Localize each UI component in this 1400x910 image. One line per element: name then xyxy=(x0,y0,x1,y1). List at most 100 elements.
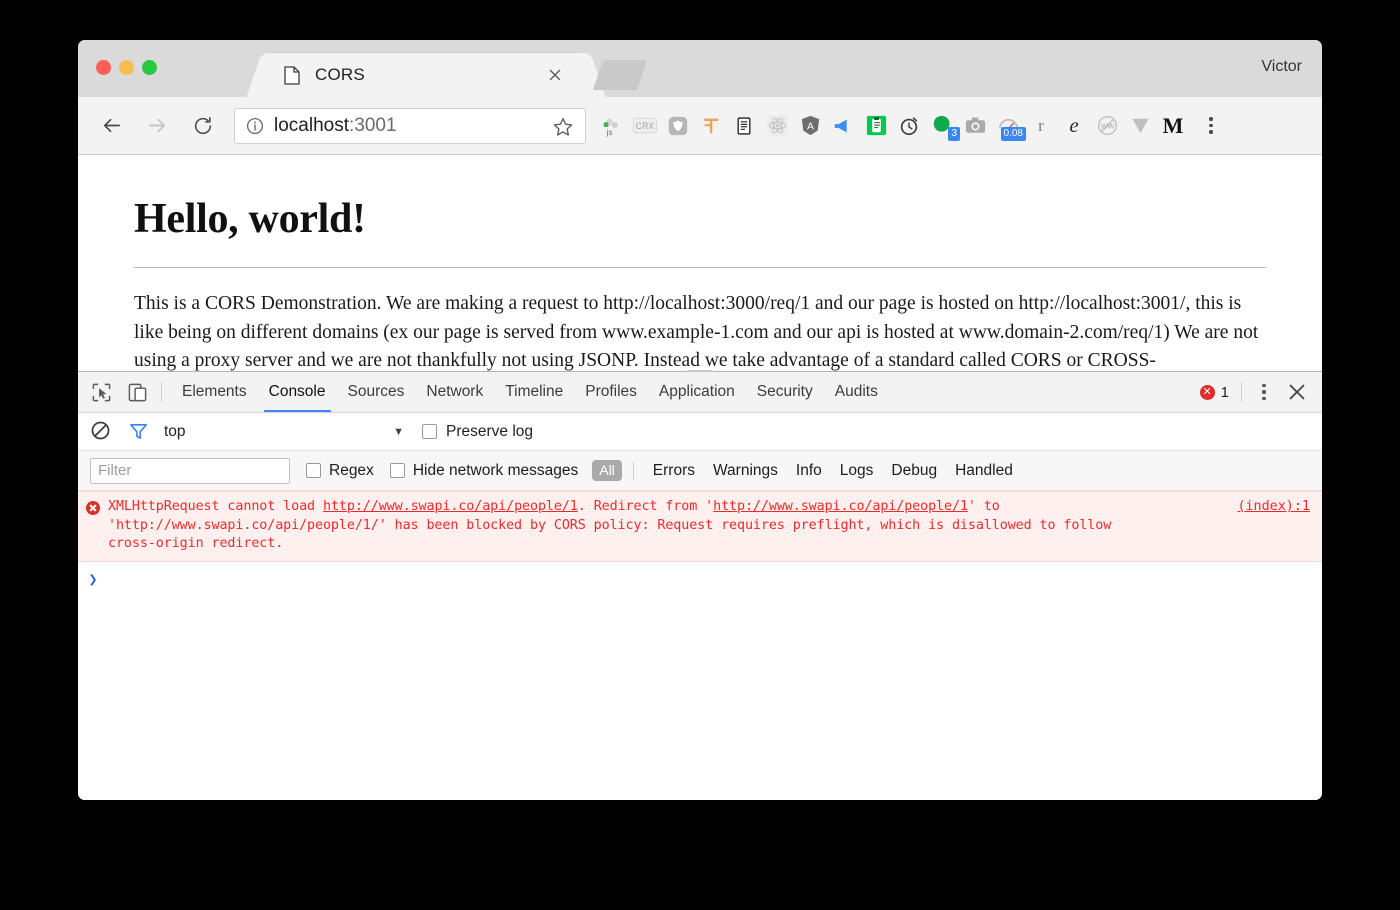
wayback-machine-icon[interactable]: WW xyxy=(1095,114,1119,138)
level-filter-all[interactable]: All xyxy=(592,460,622,481)
page-paragraph: This is a CORS Demonstration. We are mak… xyxy=(134,293,1259,371)
close-tab-button[interactable] xyxy=(546,66,564,84)
execution-context-select[interactable]: top ▼ xyxy=(164,423,404,441)
devtools-tab-sources[interactable]: Sources xyxy=(337,372,416,412)
hide-network-label: Hide network messages xyxy=(412,461,579,479)
inspect-element-icon[interactable] xyxy=(88,379,114,405)
toggle-device-toolbar-icon[interactable] xyxy=(124,379,150,405)
tab-title: CORS xyxy=(315,65,365,84)
info-circle-icon[interactable] xyxy=(246,117,264,135)
window-controls xyxy=(96,60,157,75)
console-error-message[interactable]: XMLHttpRequest cannot load http://www.sw… xyxy=(78,491,1322,562)
page-title: Hello, world! xyxy=(134,196,366,242)
error-circle-icon xyxy=(86,501,100,515)
checkbox-box[interactable] xyxy=(389,463,405,478)
hammer-extension-icon[interactable] xyxy=(699,114,723,138)
camera-extension-icon[interactable] xyxy=(963,114,987,138)
devtools-tab-timeline[interactable]: Timeline xyxy=(494,372,574,412)
address-host: localhost xyxy=(274,114,349,136)
level-filter-info[interactable]: Info xyxy=(787,462,831,480)
maximize-window-button[interactable] xyxy=(142,60,157,75)
checkbox-box[interactable] xyxy=(306,463,321,478)
vimeo-extension-icon[interactable] xyxy=(1128,114,1152,138)
level-filter-handled[interactable]: Handled xyxy=(946,462,1022,480)
react-devtools-icon[interactable] xyxy=(765,114,789,138)
devtools-tab-network[interactable]: Network xyxy=(415,372,494,412)
level-filter-errors[interactable]: Errors xyxy=(644,462,704,480)
devtools-tab-profiles[interactable]: Profiles xyxy=(574,372,648,412)
console-output[interactable]: XMLHttpRequest cannot load http://www.sw… xyxy=(78,491,1322,800)
console-prompt-row[interactable]: ❯ xyxy=(78,562,1322,588)
address-port: :3001 xyxy=(349,114,397,136)
error-url-2[interactable]: http://www.swapi.co/api/people/1 xyxy=(713,499,968,514)
level-filter-logs[interactable]: Logs xyxy=(831,462,883,480)
filter-funnel-icon[interactable] xyxy=(128,421,150,443)
checkbox-box[interactable] xyxy=(422,424,437,439)
console-prompt-caret-icon: ❯ xyxy=(88,569,98,588)
devtools-tabbar: Elements Console Sources Network Timelin… xyxy=(78,372,1322,413)
close-window-button[interactable] xyxy=(96,60,111,75)
chrome-menu-icon[interactable] xyxy=(1200,114,1222,138)
address-bar-text[interactable]: localhost:3001 xyxy=(274,115,397,137)
forward-icon[interactable] xyxy=(140,109,174,143)
svg-text:A: A xyxy=(806,120,813,132)
devtools-tab-security[interactable]: Security xyxy=(746,372,824,412)
filter-divider xyxy=(632,461,634,480)
shield-extension-icon[interactable] xyxy=(666,114,690,138)
stopwatch-extension-icon[interactable] xyxy=(897,114,921,138)
clipboard-extension-icon[interactable] xyxy=(864,114,888,138)
evernote-extension-icon[interactable]: e xyxy=(1062,113,1086,138)
clear-console-icon[interactable] xyxy=(90,420,114,444)
page-content: Hello, world! This is a CORS Demonstrati… xyxy=(78,155,1322,371)
error-dot-icon: ✕ xyxy=(1199,384,1215,400)
browser-window: CORS Victor localhost:3001 js CRX A 3 0.… xyxy=(78,40,1322,800)
green-circle-extension-icon[interactable]: 3 xyxy=(930,114,960,141)
error-icon-wrap xyxy=(78,498,108,554)
toolbar-divider xyxy=(161,382,162,402)
regex-checkbox[interactable]: Regex xyxy=(306,462,374,480)
address-bar[interactable]: localhost:3001 xyxy=(234,107,586,144)
extension-badge-count: 3 xyxy=(948,126,960,141)
browser-tab-cors[interactable]: CORS xyxy=(266,53,586,97)
back-icon[interactable] xyxy=(94,109,128,143)
svg-text:js: js xyxy=(606,128,613,137)
console-error-source-link[interactable]: (index):1 xyxy=(1237,499,1310,514)
medium-extension-icon[interactable]: M xyxy=(1161,113,1185,138)
devtools-tab-console[interactable]: Console xyxy=(258,372,337,412)
error-text-part1: XMLHttpRequest cannot load xyxy=(108,499,323,514)
error-count-value: 1 xyxy=(1220,383,1229,401)
devtools-more-options-icon[interactable] xyxy=(1254,380,1274,404)
extensions-bar: js CRX A 3 0.08 r e WW M xyxy=(600,113,1222,141)
devtools-panel: Elements Console Sources Network Timelin… xyxy=(78,370,1322,800)
profile-name[interactable]: Victor xyxy=(1261,58,1302,76)
angular-batarang-icon[interactable]: A xyxy=(798,114,822,138)
console-context-bar: top ▼ Preserve log xyxy=(78,413,1322,451)
level-filter-debug[interactable]: Debug xyxy=(882,462,946,480)
level-filter-warnings[interactable]: Warnings xyxy=(704,462,787,480)
regex-label: Regex xyxy=(329,461,374,479)
chevron-down-icon: ▼ xyxy=(393,425,404,438)
bookmark-star-icon[interactable] xyxy=(552,116,574,138)
reload-icon[interactable] xyxy=(186,109,220,143)
hide-network-messages-checkbox[interactable]: Hide network messages xyxy=(389,461,579,480)
document-extension-icon[interactable] xyxy=(732,114,756,138)
reddit-extension-icon[interactable]: r xyxy=(1029,114,1053,138)
svg-text:WW: WW xyxy=(1100,122,1114,130)
speed-gauge-extension-icon[interactable]: 0.08 xyxy=(996,114,1026,141)
preserve-log-checkbox[interactable]: Preserve log xyxy=(422,423,533,441)
js-extension-icon[interactable]: js xyxy=(600,114,624,138)
error-count-badge[interactable]: ✕ 1 xyxy=(1199,383,1229,401)
megaphone-extension-icon[interactable] xyxy=(831,114,855,138)
devtools-tab-audits[interactable]: Audits xyxy=(824,372,889,412)
filter-input[interactable] xyxy=(90,457,290,484)
crx-extension-icon[interactable]: CRX xyxy=(633,114,657,138)
minimize-window-button[interactable] xyxy=(119,60,134,75)
browser-toolbar: localhost:3001 js CRX A 3 0.08 r e WW M xyxy=(78,97,1322,155)
new-tab-button[interactable] xyxy=(592,60,648,90)
close-devtools-icon[interactable] xyxy=(1286,381,1308,403)
devtools-tab-elements[interactable]: Elements xyxy=(171,372,258,412)
console-filter-bar: Regex Hide network messages All Errors W… xyxy=(78,451,1322,491)
error-url-1[interactable]: http://www.swapi.co/api/people/1 xyxy=(323,499,578,514)
svg-text:CRX: CRX xyxy=(636,121,655,131)
devtools-tab-application[interactable]: Application xyxy=(648,372,746,412)
